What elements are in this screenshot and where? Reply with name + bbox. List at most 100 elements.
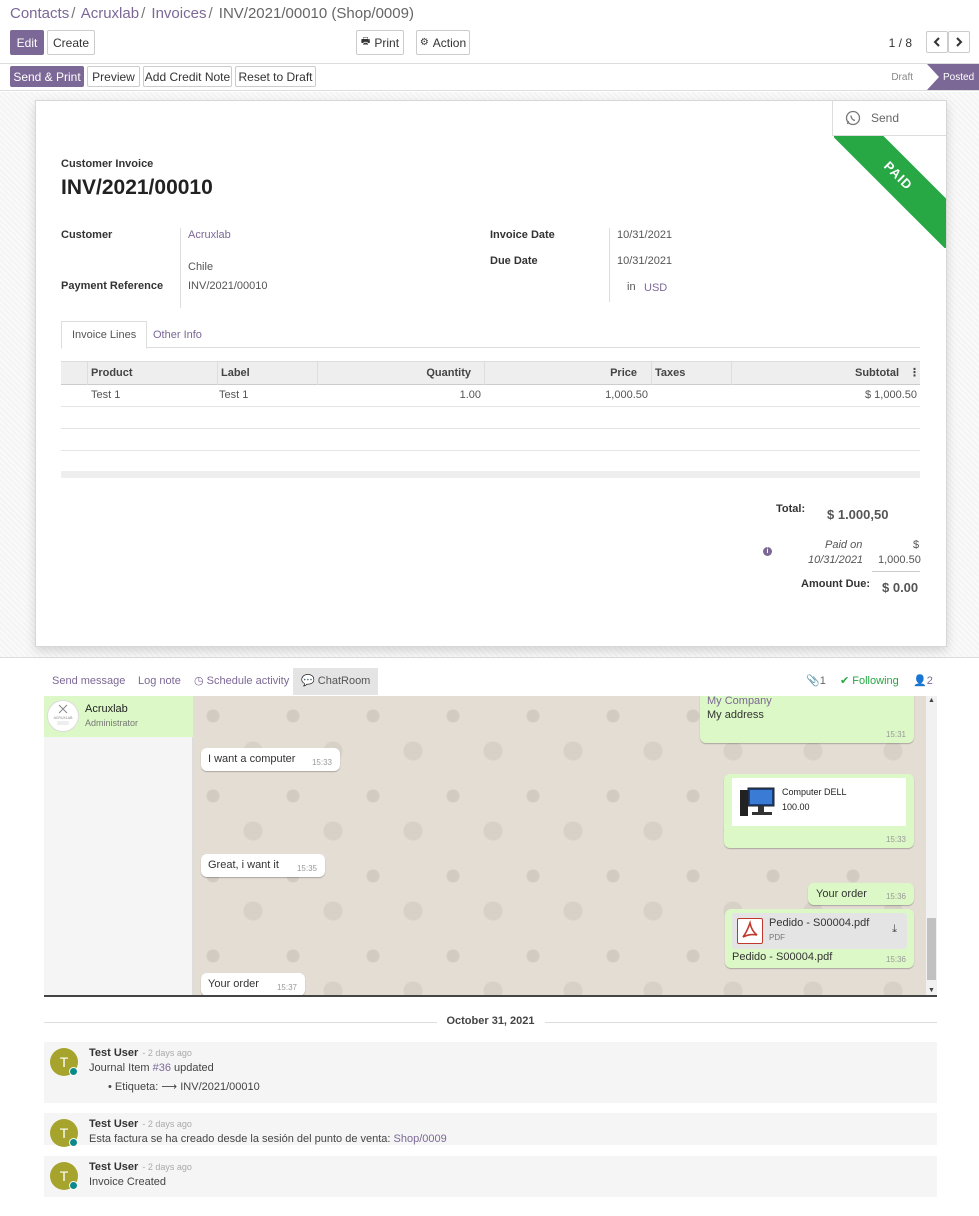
currency-prefix: in [627,281,636,293]
reset-to-draft-button[interactable]: Reset to Draft [235,66,316,87]
col-product[interactable]: Product [88,362,218,385]
info-icon[interactable]: i [763,547,772,556]
tracking-new-value: INV/2021/00010 [180,1081,260,1093]
message-date: - 2 days ago [142,1119,192,1129]
pos-session-link[interactable]: Shop/0009 [394,1133,447,1145]
contact-item-acruxlab[interactable]: ACRUXLAB Acruxlab Administrator [44,696,193,737]
date-separator: October 31, 2021 [44,1015,937,1031]
message-date: - 2 days ago [142,1048,192,1058]
computer-icon [740,787,775,816]
download-icon[interactable]: ⤓ [892,923,897,936]
schedule-activity-button[interactable]: ◷ Schedule activity [186,668,297,695]
action-button[interactable]: ⚙ Action [416,30,470,55]
send-print-button[interactable]: Send & Print [10,66,84,87]
tracking-label: Etiqueta: [114,1081,162,1093]
whatsapp-icon [845,110,861,126]
print-button[interactable]: 🖶 Print [356,30,404,55]
message-text: My address [707,709,764,721]
message-text: Your order [816,888,867,900]
author-name[interactable]: Test User [89,1047,138,1059]
pager-next-button[interactable] [948,31,970,53]
attachments-button[interactable]: 📎1 [806,668,826,695]
scroll-down-icon[interactable]: ▼ [928,987,935,994]
payment-reference-value: INV/2021/00010 [188,280,268,292]
total-value: $ 1.000,50 [827,507,889,522]
message-in: Great, i want it 15:35 [201,854,325,877]
send-label: Send [871,111,900,125]
author-name[interactable]: Test User [89,1118,138,1130]
col-label[interactable]: Label [218,362,318,385]
contact-list: ACRUXLAB Acruxlab Administrator [44,696,193,995]
message-scrollbar[interactable]: ▲ ▼ [926,696,937,995]
log-note-button[interactable]: Log note [130,668,189,695]
action-label: Action [432,35,467,50]
author-name[interactable]: Test User [89,1161,138,1173]
following-button[interactable]: ✔ Following [840,668,899,695]
amount-due-value: $ 0.00 [882,580,919,595]
message-time: 15:33 [885,835,906,844]
stage-posted: Posted [927,64,979,90]
message-out: My Company My address 15:31 [700,696,914,743]
paperclip-icon: 📎 [806,675,820,687]
following-label: Following [852,675,899,687]
online-status-icon [69,1181,78,1190]
scrollbar-thumb[interactable] [927,918,936,980]
journal-item-link[interactable]: #36 [153,1062,171,1074]
message-pane[interactable]: My Company My address 15:31 I want a com… [193,696,926,995]
message-author: Test User - 2 days ago [89,1161,192,1173]
table-row[interactable]: Test 1 Test 1 1.00 1,000.50 $ 1,000.50 [61,385,920,407]
pager-value[interactable]: 1 / 8 [889,36,912,50]
tab-other-info[interactable]: Other Info [143,321,212,349]
followers-count: 2 [926,675,933,687]
message-time: 15:33 [311,758,332,767]
message-date: - 2 days ago [142,1162,192,1172]
col-taxes[interactable]: Taxes [652,362,732,385]
message-time: 15:36 [885,955,906,964]
currency-link[interactable]: USD [644,282,667,294]
amount-due-label: Amount Due: [801,578,871,590]
file-attachment[interactable]: Pedido - S00004.pdf PDF ⤓ [732,913,907,949]
table-footer [61,471,920,478]
breadcrumb-invoices[interactable]: Invoices [151,5,206,22]
due-date-value: 10/31/2021 [617,255,673,267]
send-message-button[interactable]: Send message [44,668,133,695]
status-bar: Send & Print Preview Add Credit Note Res… [0,64,979,91]
file-name: Pedido - S00004.pdf [769,917,870,929]
breadcrumb-acruxlab[interactable]: Acruxlab [81,5,139,22]
gear-icon: ⚙ [419,37,429,48]
followers-button[interactable]: 👤2 [913,668,933,695]
column-options-icon[interactable]: ⋮ [909,362,920,385]
stage-draft: Draft [891,71,913,83]
pager-previous-button[interactable] [926,31,948,53]
chatroom: ACRUXLAB Acruxlab Administrator My Compa… [44,696,937,997]
invoice-tabs: Invoice Lines Other Info [61,321,920,349]
chatroom-tab[interactable]: 💬 ChatRoom [293,668,379,695]
paid-currency: $ [913,539,920,551]
invoice-date-value: 10/31/2021 [617,229,673,241]
message-time: 15:37 [276,983,297,992]
message-text: My Company [707,696,772,707]
whatsapp-send-button[interactable]: Send [832,101,946,136]
product-card[interactable]: Computer DELL 100.00 [732,778,906,826]
totals-divider [872,571,920,572]
col-quantity[interactable]: Quantity [318,362,485,385]
online-status-icon [69,1067,78,1076]
tab-invoice-lines[interactable]: Invoice Lines [61,321,148,349]
invoice-sheet: Send PAID Customer Invoice INV/2021/0001… [35,100,947,647]
paid-date: 10/31/2021 [808,554,864,566]
scroll-up-icon[interactable]: ▲ [928,697,935,704]
create-button[interactable]: Create [47,30,95,55]
breadcrumb-contacts[interactable]: Contacts [10,5,69,22]
customer-link[interactable]: Acruxlab [188,229,231,241]
col-subtotal[interactable]: Subtotal [732,362,907,385]
col-price[interactable]: Price [485,362,652,385]
print-icon: 🖶 [360,36,371,47]
print-label: Print [374,35,400,50]
message-body: Esta factura se ha creado desde la sesió… [89,1133,447,1145]
acruxlab-logo-icon: ACRUXLAB [54,704,73,725]
invoice-number: INV/2021/00010 [61,176,213,199]
preview-button[interactable]: Preview [87,66,140,87]
file-caption: Pedido - S00004.pdf [732,951,833,963]
add-credit-note-button[interactable]: Add Credit Note [143,66,232,87]
edit-button[interactable]: Edit [10,30,44,55]
